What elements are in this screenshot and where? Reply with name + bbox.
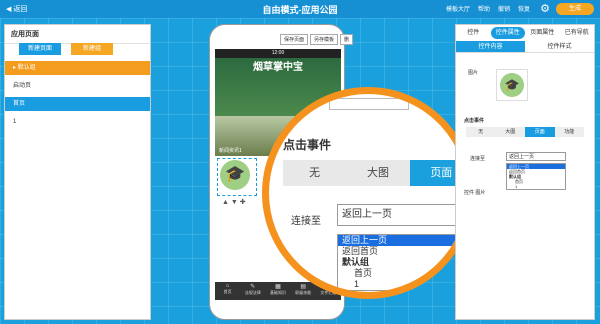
page-tree: ▸ 默认组 启动页 首页 1: [5, 61, 150, 133]
segment-none[interactable]: 无: [466, 127, 496, 137]
option-group: 默认组: [342, 257, 370, 267]
nav-home[interactable]: ⌂ 首页: [215, 282, 240, 300]
nav-basics[interactable]: ▦ 基础知识: [265, 282, 290, 300]
tree-item-default-group[interactable]: ▸ 默认组: [5, 61, 150, 75]
graduation-cap-icon: 🎓: [500, 73, 524, 97]
link-label: 连接至: [291, 216, 321, 227]
property-tabs: 控件 控件属性 页面属性 已有导航: [456, 25, 594, 41]
segment-function[interactable]: 功能: [554, 127, 584, 137]
properties-panel: 控件 控件属性 页面属性 已有导航 控件内容 控件样式 图片 🎓 点击事件 无 …: [455, 24, 595, 320]
gear-icon[interactable]: ⚙: [540, 2, 550, 15]
top-bar: ◀ 返回 自由模式-应用公园 模板大厅 帮助 撤销 恢复 ⚙ 生成: [0, 0, 600, 18]
magnifier: 点击事件 无 大图 页面 连接至 返回上一页 返回上一页 返回首页 默认组 首页…: [262, 87, 474, 299]
event-title: 点击事件: [283, 138, 332, 152]
undo-button[interactable]: 撤销: [498, 4, 510, 13]
graduation-cap-icon: 🎓: [220, 160, 250, 190]
tree-item-home[interactable]: 首页: [5, 97, 150, 111]
generate-button[interactable]: 生成: [556, 3, 594, 15]
help-button[interactable]: 帮助: [478, 4, 490, 13]
new-page-button[interactable]: 新建页面: [19, 43, 61, 55]
link-select[interactable]: 返回上一页: [506, 152, 566, 161]
segment-big-image[interactable]: 大图: [346, 160, 410, 186]
save-page-button[interactable]: 保存页面: [280, 34, 309, 45]
tab-page-props[interactable]: 页面属性: [525, 25, 560, 41]
option-item[interactable]: 1: [507, 184, 565, 189]
event-segment: 无 大图 页面 功能: [466, 127, 584, 137]
delete-button[interactable]: 删: [340, 34, 354, 45]
nav-skills[interactable]: ▤ 职级技能: [291, 282, 316, 300]
event-title: 点击事件: [464, 118, 485, 124]
link-select[interactable]: 返回上一页: [337, 204, 457, 226]
picture-label: 图片: [468, 70, 479, 76]
option-item[interactable]: 返回上一页: [338, 235, 456, 246]
tree-item-1[interactable]: 1: [5, 115, 150, 129]
redo-button[interactable]: 恢复: [518, 4, 530, 13]
move-arrows[interactable]: ▲ ▼ ✚: [222, 198, 246, 206]
save-as-template-button[interactable]: 另存模板: [310, 34, 339, 45]
option-item[interactable]: 返回首页: [338, 246, 456, 257]
tree-item-launch-page[interactable]: 启动页: [5, 79, 150, 93]
segment-page[interactable]: 页面: [525, 127, 555, 137]
option-item[interactable]: 首页: [338, 268, 456, 279]
link-options: 返回上一页 返回首页 默认组 首页 1: [337, 234, 457, 291]
link-label: 连接至: [470, 156, 486, 162]
link-options: 返回上一页 返回首页 默认组 首页 1: [506, 163, 566, 190]
page-list-panel: 应用页面 新建页面 新建组 ▸ 默认组 启动页 首页 1: [4, 24, 151, 320]
magnified-field: [329, 98, 409, 110]
news-caption: 新闻资讯1: [219, 148, 242, 154]
subtab-content[interactable]: 控件内容: [456, 41, 525, 52]
template-hall-button[interactable]: 模板大厅: [446, 4, 470, 13]
phone-toolbar: 保存页面 另存模板 删: [280, 34, 354, 45]
segment-none[interactable]: 无: [283, 160, 347, 186]
option-item[interactable]: 1: [338, 279, 456, 290]
control-picture-label: 控件 图片: [464, 190, 486, 196]
tab-existing-nav[interactable]: 已有导航: [560, 25, 595, 41]
tab-control-props[interactable]: 控件属性: [490, 27, 525, 39]
new-group-button[interactable]: 新建组: [71, 43, 113, 55]
subtab-style[interactable]: 控件样式: [525, 41, 594, 52]
segment-big-image[interactable]: 大图: [495, 127, 525, 137]
toolbar: 模板大厅 帮助 撤销 恢复: [446, 4, 530, 13]
property-subtabs: 控件内容 控件样式: [456, 41, 594, 53]
nav-laws[interactable]: ✎ 法规法律: [240, 282, 265, 300]
tab-controls[interactable]: 控件: [456, 25, 491, 41]
event-segment: 无 大图 页面: [283, 160, 467, 186]
panel-title: 应用页面: [5, 25, 150, 44]
status-bar: 12:00: [215, 49, 341, 58]
